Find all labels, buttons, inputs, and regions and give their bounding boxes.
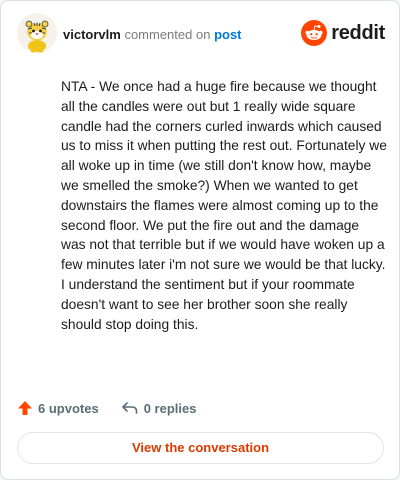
view-conversation-button[interactable]: View the conversation <box>17 432 384 464</box>
comment-header: victorvlm commented on post reddit <box>17 13 385 55</box>
author-username[interactable]: victorvlm <box>63 27 121 42</box>
reddit-brand[interactable]: reddit <box>301 19 385 47</box>
replies-button[interactable]: 0 replies <box>121 400 197 416</box>
upvote-count: 6 upvotes <box>38 400 99 416</box>
upvote-arrow-icon <box>18 401 32 415</box>
action-text: commented on <box>124 27 211 42</box>
post-link[interactable]: post <box>214 27 241 42</box>
upvote-button[interactable]: 6 upvotes <box>17 400 99 416</box>
reddit-logo-icon <box>301 20 328 46</box>
reply-count: 0 replies <box>143 400 197 416</box>
reply-arrow-icon <box>121 402 137 414</box>
comment-body: NTA - We once had a huge fire because we… <box>61 79 387 332</box>
comment-byline: victorvlm commented on post <box>63 27 242 42</box>
avatar[interactable] <box>17 13 57 53</box>
snoo-avatar-icon <box>17 13 57 53</box>
embedded-comment-card: victorvlm commented on post reddit NTA -… <box>0 0 400 480</box>
comment-actions: 6 upvotes 0 replies <box>17 397 218 419</box>
reddit-wordmark: reddit <box>331 21 385 44</box>
